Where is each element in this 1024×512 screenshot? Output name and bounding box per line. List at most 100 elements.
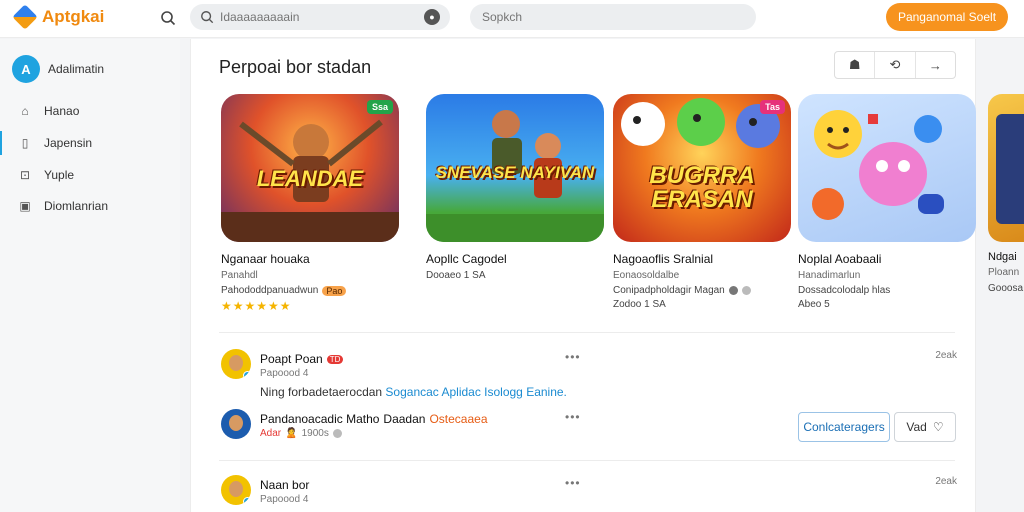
share-button[interactable]: → bbox=[916, 52, 955, 78]
voice-search-icon[interactable]: ● bbox=[424, 9, 440, 25]
sidebar-item-label: Japensin bbox=[44, 136, 93, 150]
profile-icon: A bbox=[12, 55, 40, 83]
post-time: 2eak bbox=[935, 476, 957, 487]
post-author[interactable]: Poapt Poan TD bbox=[260, 352, 344, 366]
post-tag: Ostecaaea bbox=[429, 412, 488, 426]
sidebar-item-label: Hanao bbox=[44, 104, 80, 118]
sidebar-profile[interactable]: A Adalimatin bbox=[12, 55, 104, 83]
status-dot-icon bbox=[332, 429, 342, 438]
section-title: Perpoai bor stadan bbox=[219, 57, 372, 77]
follow-button[interactable]: Conlcateragers bbox=[798, 412, 890, 442]
game-badge: Ssa bbox=[366, 100, 393, 114]
primary-cta-button[interactable]: Panganomal Soelt bbox=[886, 3, 1008, 31]
main-panel: Perpoai bor stadan ☗ ⟲ → Ssa LEANDAE Nga… bbox=[190, 39, 976, 512]
post-link[interactable]: Sogancac bbox=[385, 385, 438, 399]
game-card[interactable]: Ssa LEANDAE Nganaar houaka Panahdl Pahod… bbox=[221, 94, 401, 313]
post-meta: Papoood 4 bbox=[260, 368, 309, 379]
sidebar: A Adalimatin ⌂ Hanao ▯ Japensin ⊡ Yuple … bbox=[0, 39, 180, 512]
game-developer: Hanadimarlun bbox=[798, 270, 861, 281]
more-options-icon[interactable]: ••• bbox=[565, 410, 581, 424]
post-author-name: Poapt Poan bbox=[260, 352, 323, 366]
search-input[interactable] bbox=[220, 10, 424, 24]
logo-icon bbox=[14, 6, 36, 28]
game-thumbnail[interactable] bbox=[798, 94, 976, 242]
game-card[interactable]: Tas BUGRRA ERASAN Nagoaoflis Sralnial Eo… bbox=[613, 94, 793, 310]
game-meta: Conipadpholdagir Magan bbox=[613, 285, 793, 296]
refresh-button[interactable]: ⟲ bbox=[875, 52, 916, 78]
secondary-search-box[interactable] bbox=[470, 4, 756, 30]
avatar[interactable] bbox=[221, 349, 251, 379]
game-card[interactable]: SNEVASE NAYIVAN Aopllc Cagodel Dooaeo 1 … bbox=[426, 94, 606, 281]
game-title-art: BUGRRA ERASAN bbox=[649, 162, 755, 213]
search-icon bbox=[201, 11, 214, 24]
avatar[interactable] bbox=[221, 409, 251, 439]
online-indicator-icon bbox=[243, 371, 251, 379]
view-toolbar: ☗ ⟲ → bbox=[834, 51, 956, 79]
sidebar-item-home[interactable]: ⌂ Hanao bbox=[0, 99, 180, 123]
calendar-icon: ▣ bbox=[19, 199, 31, 213]
app-logo[interactable]: Aptgkai bbox=[14, 6, 104, 28]
post-author-name: Pandanoacadic Matho bbox=[260, 412, 380, 426]
game-name: Nganaar houaka bbox=[221, 252, 310, 266]
game-thumbnail-partial[interactable] bbox=[988, 94, 1024, 242]
pin-button[interactable]: ☗ bbox=[835, 52, 876, 78]
game-meta: Pahododdpanuadwun Pao bbox=[221, 285, 401, 296]
post-meta-label: Adar bbox=[260, 428, 282, 439]
vote-button[interactable]: Vad ♡ bbox=[894, 412, 956, 442]
secondary-search-input[interactable] bbox=[482, 10, 744, 24]
post-author-name: Naan bor bbox=[260, 478, 310, 492]
search-box[interactable]: ● bbox=[190, 4, 450, 30]
game-name: Noplal Aoabaali bbox=[798, 252, 882, 266]
bookmark-icon: ▯ bbox=[21, 136, 29, 150]
game-name: Aopllc Cagodel bbox=[426, 252, 507, 266]
heart-icon: ♡ bbox=[932, 420, 944, 434]
game-downloads: Abeo 5 bbox=[798, 299, 830, 310]
game-name: Nagoaoflis Sralnial bbox=[613, 252, 714, 266]
post-author[interactable]: Pandanoacadic Matho Daadan Ostecaaea bbox=[260, 412, 488, 426]
sidebar-item-japensin[interactable]: ▯ Japensin bbox=[0, 131, 180, 155]
post-author[interactable]: Naan bor bbox=[260, 478, 309, 492]
game-thumbnail[interactable]: Ssa LEANDAE bbox=[221, 94, 399, 242]
game-art bbox=[812, 110, 944, 220]
game-developer: Panahdl bbox=[221, 270, 258, 281]
divider bbox=[219, 332, 955, 333]
app-name: Aptgkai bbox=[42, 7, 105, 26]
status-dot-icon bbox=[728, 286, 738, 295]
post-time: 2eak bbox=[935, 350, 957, 361]
post-link[interactable]: Aplidac Isologg Eanine. bbox=[441, 385, 566, 399]
game-thumbnail[interactable]: Tas BUGRRA ERASAN bbox=[613, 94, 791, 242]
game-developer-partial: Ploann bbox=[988, 267, 1020, 278]
person-icon: 🙎 bbox=[285, 428, 298, 439]
game-meta-partial: Gooosa bbox=[988, 283, 1024, 294]
game-tag: Pao bbox=[322, 285, 347, 296]
sidebar-item-label: Diomlanrian bbox=[44, 199, 109, 213]
home-icon: ⌂ bbox=[21, 104, 29, 118]
post-flag-badge: TD bbox=[326, 354, 344, 364]
vote-label: Vad bbox=[906, 420, 927, 434]
more-options-icon[interactable]: ••• bbox=[565, 350, 581, 364]
rating-stars: ★★★★★★ bbox=[221, 299, 292, 313]
profile-name: Adalimatin bbox=[48, 62, 105, 76]
sidebar-item-yuple[interactable]: ⊡ Yuple bbox=[0, 163, 180, 187]
sidebar-item-diomlanrian[interactable]: ▣ Diomlanrian bbox=[0, 194, 180, 218]
avatar[interactable] bbox=[221, 475, 251, 505]
grid-icon: ⊡ bbox=[19, 168, 31, 182]
game-meta: Dooaeo 1 SA bbox=[426, 270, 486, 281]
feed-post: Naan bor Papoood 4 ••• 2eak bbox=[221, 475, 957, 512]
status-dot-icon bbox=[741, 286, 751, 295]
post-text-plain: Ning forbadetaerocdan bbox=[260, 385, 386, 399]
game-thumbnail[interactable]: SNEVASE NAYIVAN bbox=[426, 94, 604, 242]
online-indicator-icon bbox=[243, 497, 251, 505]
game-downloads: Zodoo 1 SA bbox=[613, 299, 666, 310]
post-text: Ning forbadetaerocdan Sogancac Aplidac I… bbox=[260, 385, 567, 399]
game-badge: Tas bbox=[760, 100, 785, 114]
sidebar-item-label: Yuple bbox=[44, 168, 75, 182]
more-options-icon[interactable]: ••• bbox=[565, 476, 581, 490]
game-card[interactable]: Noplal Aoabaali Hanadimarlun Dossadcolod… bbox=[798, 94, 978, 310]
feed-post: Poapt Poan TD Papoood 4 ••• 2eak Ning fo… bbox=[221, 349, 957, 399]
post-author-name-extra: Daadan bbox=[383, 412, 426, 426]
search-icon[interactable] bbox=[160, 10, 176, 26]
game-meta-text: Pahododdpanuadwun bbox=[221, 285, 319, 296]
game-title-art: SNEVASE NAYIVAN bbox=[435, 163, 595, 182]
game-title-art: LEANDAE bbox=[256, 166, 364, 191]
